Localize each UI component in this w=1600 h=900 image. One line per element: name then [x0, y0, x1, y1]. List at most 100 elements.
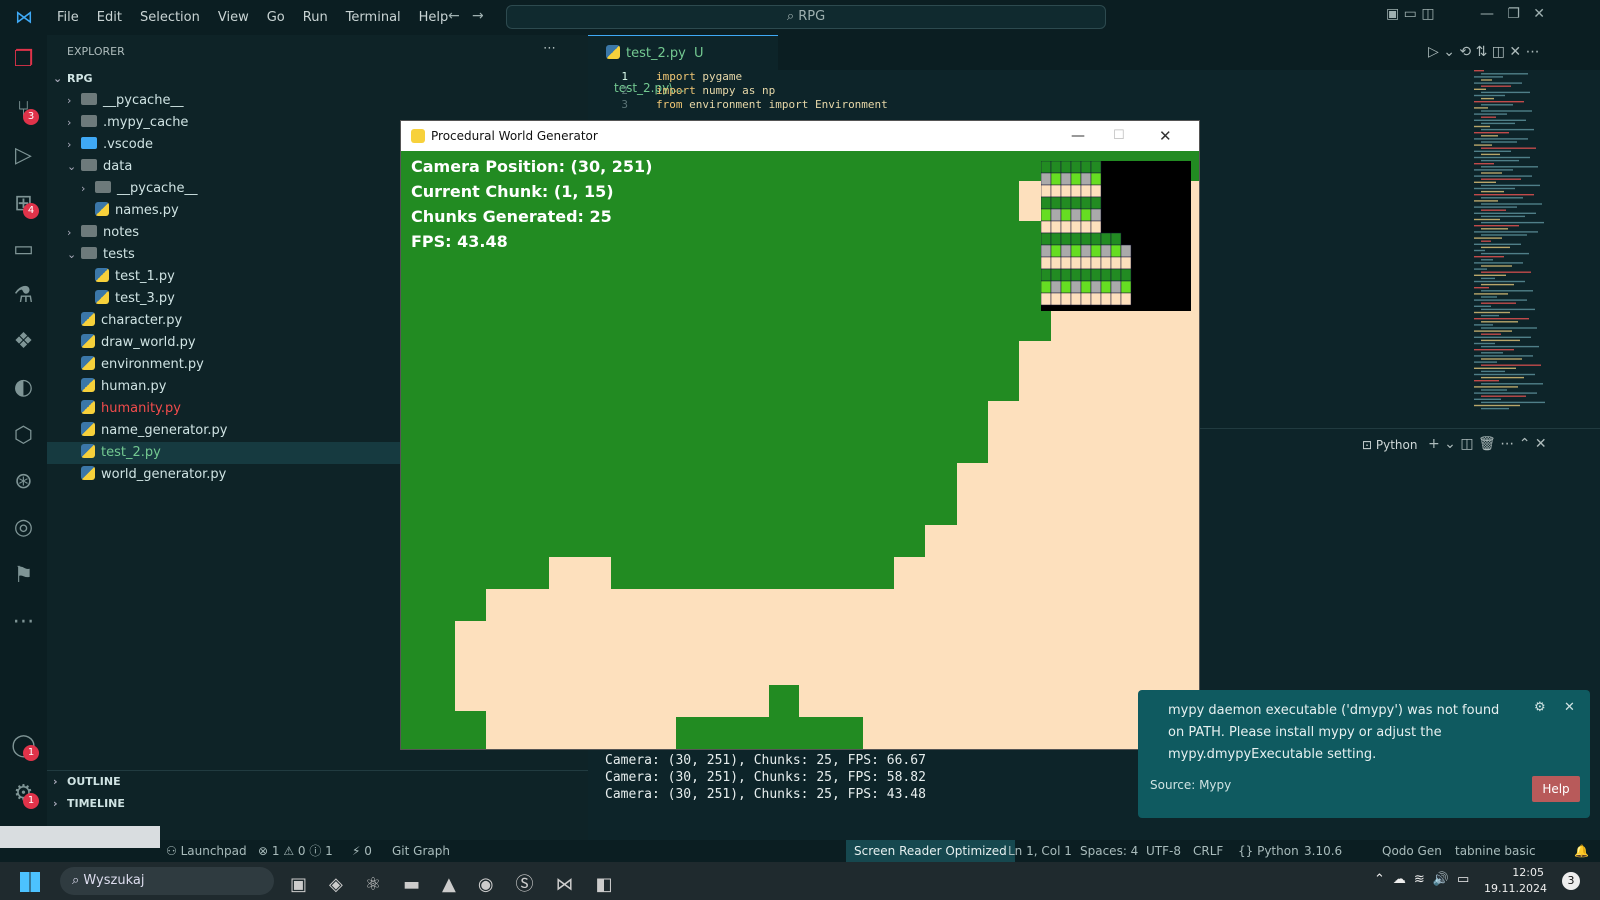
taskbar-apps-icon[interactable]: ▣◈⚛▬▲◉Ⓢ⋈◧ [290, 870, 635, 896]
minimap[interactable] [1472, 70, 1582, 420]
tabnine-item[interactable]: tabnine basic [1455, 840, 1536, 862]
minimap-tile [1040, 256, 1052, 270]
extensions-icon[interactable]: ⊞ 4 [0, 179, 47, 227]
testing-icon[interactable]: ⚗ [0, 271, 47, 319]
menu-item[interactable]: Edit [88, 0, 131, 35]
minimap-tile [1040, 196, 1052, 210]
back-arrow-icon[interactable]: ← [448, 8, 460, 24]
code-line[interactable]: 1 import pygame [588, 70, 742, 83]
minimap-tile [1040, 172, 1052, 186]
run-debug-icon[interactable]: ▷ [0, 131, 47, 179]
explorer-icon[interactable]: ❐ [0, 35, 47, 83]
menu-item[interactable]: Run [294, 0, 337, 35]
tree-item-label: test_2.py [101, 445, 161, 460]
encoding-item[interactable]: UTF-8 [1146, 840, 1181, 862]
windows-start-icon[interactable] [20, 872, 40, 892]
editor-tab[interactable]: test_2.py U test_2.py\... [588, 35, 778, 95]
screen-reader-item[interactable]: Screen Reader Optimized [846, 840, 1015, 862]
code-text: numpy as np [695, 84, 776, 97]
notification-settings-icon[interactable]: ⚙ [1534, 700, 1546, 715]
terminal-python-tab[interactable]: ⊡ Python [1362, 438, 1417, 452]
code-line[interactable]: 2 import numpy as np [588, 84, 775, 97]
minimap-line [1474, 243, 1521, 245]
system-tray-icon[interactable]: ⌃☁≋🔊▭ [1374, 872, 1477, 887]
sand-tile [988, 401, 1199, 463]
menu-item[interactable]: File [48, 0, 88, 35]
pygame-title-bar[interactable]: Procedural World Generator — ☐ ✕ [401, 121, 1199, 151]
minimap-line [1474, 380, 1499, 382]
settings-badge: 1 [23, 793, 39, 809]
menu-item[interactable]: Terminal [337, 0, 410, 35]
sand-tile [957, 463, 1199, 525]
minimap-tile [1050, 208, 1062, 222]
launchpad-item[interactable]: ⚇ Launchpad [166, 840, 247, 862]
timeline-icon[interactable]: ◎ [0, 503, 47, 551]
code-line[interactable]: 3 from environment import Environment [588, 98, 887, 111]
minimap-tile [1040, 232, 1052, 246]
menu-item[interactable]: Selection [131, 0, 209, 35]
outline-section[interactable]: › OUTLINE [47, 771, 588, 793]
containers-icon[interactable]: ⬡ [0, 411, 47, 459]
minimap-line [1481, 215, 1525, 218]
copilot-icon[interactable]: ◐ [0, 363, 47, 411]
pygame-window[interactable]: Procedural World Generator — ☐ ✕ Camera … [400, 120, 1200, 750]
panel-actions-icon[interactable]: + ⌄ ◫ 🗑 ⋯ ⌃ ✕ [1428, 436, 1547, 452]
minimap-line [1481, 79, 1492, 81]
accounts-icon[interactable]: ◯ 1 [0, 721, 47, 769]
more-icon[interactable]: ⋯ [0, 597, 47, 645]
indentation-item[interactable]: Spaces: 4 [1080, 840, 1138, 862]
tree-item-label: world_generator.py [101, 467, 227, 482]
cursor-position-item[interactable]: Ln 1, Col 1 [1008, 840, 1072, 862]
pygame-title: Procedural World Generator [431, 129, 598, 143]
chevron-icon: › [67, 226, 72, 239]
minimize-icon[interactable]: — [1071, 121, 1085, 151]
ports-item[interactable]: ⚡ 0 [352, 840, 372, 862]
help-button[interactable]: Help [1532, 776, 1580, 802]
menu-item[interactable]: Go [258, 0, 294, 35]
command-center-search[interactable]: ⌕ RPG [506, 5, 1106, 29]
minimap-line [1481, 333, 1501, 335]
python-icon[interactable]: ❖ [0, 317, 47, 365]
python-version-item[interactable]: 3.10.6 [1304, 840, 1342, 862]
minimap-tile [1090, 208, 1102, 222]
world-canvas[interactable]: Camera Position: (30, 251) Current Chunk… [401, 151, 1199, 749]
minimap-tile [1070, 172, 1082, 186]
window-controls-icon[interactable]: — ❐ ✕ [1480, 6, 1545, 22]
tab-untracked-flag: U [693, 46, 704, 61]
bell-icon[interactable]: 🔔 [1574, 840, 1589, 862]
language-item[interactable]: {} Python [1238, 840, 1299, 862]
close-icon[interactable]: ✕ [1159, 121, 1172, 151]
python-file-icon [81, 312, 95, 326]
tree-root[interactable]: ⌄ RPG [47, 68, 588, 90]
tab-filename: test_2.py [626, 46, 686, 61]
menu-item[interactable]: View [209, 0, 258, 35]
layout-toggles-icon[interactable]: ▣ ▭ ◫ [1386, 6, 1435, 22]
explorer-more-icon[interactable]: ⋯ [543, 41, 556, 56]
settings-gear-icon[interactable]: ⚙ 1 [0, 769, 47, 817]
git-graph-icon[interactable]: ⊛ [0, 457, 47, 505]
editor-actions-icon[interactable]: ▷ ⌄ ⟲ ⇅ ◫ ✕ ⋯ [1428, 44, 1540, 60]
extensions-badge: 4 [23, 203, 39, 219]
minimap-line [1474, 125, 1490, 128]
sand-tile [894, 557, 1199, 589]
eol-item[interactable]: CRLF [1193, 840, 1223, 862]
timeline-label: TIMELINE [67, 797, 125, 810]
timeline-section[interactable]: › TIMELINE [47, 793, 588, 815]
hud-chunk: Current Chunk: (1, 15) [411, 182, 614, 201]
source-control-icon[interactable]: ⑂ 3 [0, 85, 47, 133]
problems-item[interactable]: ⊗ 1 ⚠ 0 ⓘ 1 [258, 840, 333, 862]
qodo-item[interactable]: Qodo Gen [1382, 840, 1442, 862]
taskbar-clock[interactable]: 12:05 19.11.2024 [1484, 865, 1547, 897]
minimap-line [1481, 240, 1491, 242]
minimap-line [1481, 283, 1514, 286]
git-graph-item[interactable]: Git Graph [392, 840, 450, 862]
tabnine-icon[interactable]: ⚑ [0, 551, 47, 599]
chevron-icon: › [67, 116, 72, 129]
tree-item[interactable]: › __pycache__ [47, 90, 588, 112]
notification-count-badge[interactable]: 3 [1562, 872, 1580, 890]
remote-explorer-icon[interactable]: ▭ [0, 225, 47, 273]
taskbar-search[interactable]: ⌕ Wyszukaj [60, 867, 274, 895]
minimap-tile [1050, 172, 1062, 186]
notification-close-icon[interactable]: ✕ [1564, 700, 1575, 715]
forward-arrow-icon[interactable]: → [472, 8, 484, 24]
